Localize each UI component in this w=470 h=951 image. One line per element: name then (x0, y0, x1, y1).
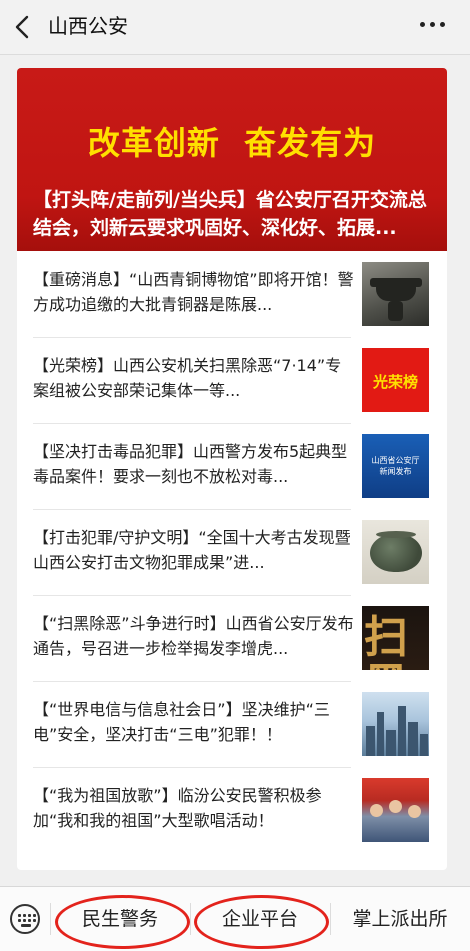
thumb-caption: 光荣榜 (372, 373, 418, 391)
menu-item-minsheng-policing[interactable]: 民生警务 (50, 887, 190, 951)
thumb-caption-line: 山西省公安厅 (371, 456, 420, 465)
news-item-title[interactable]: 【坚决打击毒品犯罪】山西警方发布5起典型毒品案件！要求一刻也不放松对毒... (33, 439, 355, 489)
news-item[interactable]: 【重磅消息】“山西青铜博物馆”即将开馆！警方成功追缴的大批青铜器是陈展... (17, 251, 447, 337)
article-card: 改革创新 奋发有为 【打头阵/走前列/当尖兵】省公安厅召开交流总结会，刘新云要求… (17, 68, 447, 870)
news-item-title[interactable]: 【重磅消息】“山西青铜博物馆”即将开馆！警方成功追缴的大批青铜器是陈展... (33, 267, 355, 317)
news-item-title[interactable]: 【打击犯罪/守护文明】“全国十大考古发现暨山西公安打击文物犯罪成果”进... (33, 525, 355, 575)
bottom-menu-bar: 民生警务 企业平台 掌上派出所 (0, 886, 470, 951)
menu-item-enterprise-platform[interactable]: 企业平台 (190, 887, 330, 951)
news-item[interactable]: 【“我为祖国放歌”】临汾公安民警积极参加“我和我的祖国”大型歌唱活动！ (17, 767, 447, 853)
top-nav-bar: 山西公安 (0, 0, 470, 55)
news-item[interactable]: 【“世界电信与信息社会日”】坚决维护“三电”安全，坚决打击“三电”犯罪！！ (17, 681, 447, 767)
news-item-title[interactable]: 【“世界电信与信息社会日”】坚决维护“三电”安全，坚决打击“三电”犯罪！！ (33, 697, 355, 747)
keyboard-icon[interactable] (10, 904, 40, 934)
news-item[interactable]: 【打击犯罪/守护文明】“全国十大考古发现暨山西公安打击文物犯罪成果”进... (17, 509, 447, 595)
singing-police-image (362, 778, 429, 842)
bronze-artifact-image (362, 520, 429, 584)
news-list: 【重磅消息】“山西青铜博物馆”即将开馆！警方成功追缴的大批青铜器是陈展... 【… (17, 251, 447, 853)
menu-item-mobile-police-station[interactable]: 掌上派出所 (330, 887, 470, 951)
news-item[interactable]: 【“扫黑除恶”斗争进行时】山西省公安厅发布通告，号召进一步检举揭发李增虎... … (17, 595, 447, 681)
chevron-left-icon[interactable] (12, 14, 34, 40)
calligraphy-image: 扫黑 (362, 606, 429, 670)
banner-slogan: 改革创新 奋发有为 (87, 124, 377, 162)
featured-article-title[interactable]: 【打头阵/走前列/当尖兵】省公安厅召开交流总结会，刘新云要求巩固好、深化好、拓展… (33, 186, 433, 242)
bronze-vessel-image (362, 262, 429, 326)
thumb-caption: 扫黑 (364, 612, 408, 671)
page-title: 山西公安 (48, 14, 128, 38)
news-item[interactable]: 【坚决打击毒品犯罪】山西警方发布5起典型毒品案件！要求一刻也不放松对毒... 山… (17, 423, 447, 509)
more-horizontal-icon[interactable] (420, 22, 446, 30)
honor-roll-image: 光荣榜 (362, 348, 429, 412)
city-skyline-image (362, 692, 429, 756)
news-item[interactable]: 【光荣榜】山西公安机关扫黑除恶“7·14”专案组被公安部荣记集体一等... 光荣… (17, 337, 447, 423)
featured-article-banner[interactable]: 改革创新 奋发有为 【打头阵/走前列/当尖兵】省公安厅召开交流总结会，刘新云要求… (17, 68, 447, 251)
thumb-caption-line: 新闻发布 (379, 467, 412, 476)
news-item-title[interactable]: 【光荣榜】山西公安机关扫黑除恶“7·14”专案组被公安部荣记集体一等... (33, 353, 355, 403)
press-release-image: 山西省公安厅 新闻发布 (362, 434, 429, 498)
news-item-title[interactable]: 【“我为祖国放歌”】临汾公安民警积极参加“我和我的祖国”大型歌唱活动！ (33, 783, 355, 833)
news-item-title[interactable]: 【“扫黑除恶”斗争进行时】山西省公安厅发布通告，号召进一步检举揭发李增虎... (33, 611, 355, 661)
